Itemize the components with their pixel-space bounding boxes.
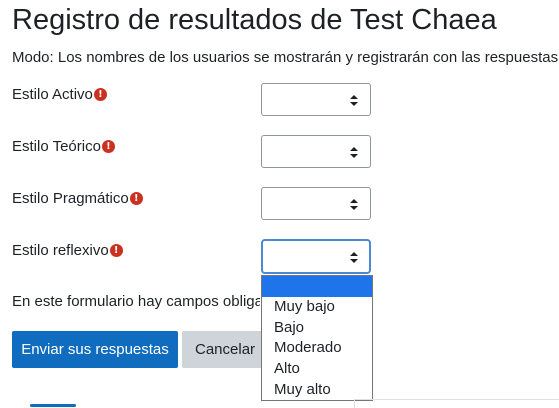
cutoff-link-fragment (30, 404, 76, 407)
field-label-text: Estilo Activo (12, 86, 93, 103)
divider (354, 399, 355, 408)
required-icon: ! (109, 244, 123, 257)
dropdown-option[interactable]: Alto (262, 359, 372, 380)
field-label-reflexivo: Estilo reflexivo ! (12, 242, 123, 259)
select-estilo-reflexivo[interactable] (261, 239, 371, 274)
select-estilo-activo[interactable] (261, 83, 371, 116)
required-notice: En este formulario hay campos obligatori… (12, 293, 260, 310)
sort-arrows-icon (350, 199, 358, 210)
field-label-pragmatico: Estilo Pragmático ! (12, 190, 143, 207)
required-icon: ! (101, 140, 115, 153)
dropdown-options-list[interactable]: Muy bajo Bajo Moderado Alto Muy alto (261, 275, 373, 401)
dropdown-option[interactable]: Muy bajo (262, 297, 372, 318)
sort-arrows-icon (350, 95, 358, 106)
select-estilo-pragmatico[interactable] (261, 187, 371, 220)
field-label-text: Estilo Pragmático (12, 190, 129, 207)
mode-text: Modo: Los nombres de los usuarios se mos… (12, 49, 559, 66)
field-label-text: Estilo Teórico (12, 138, 101, 155)
page-title: Registro de resultados de Test Chaea (12, 4, 497, 36)
field-label-activo: Estilo Activo ! (12, 86, 107, 103)
sort-arrows-icon (350, 252, 358, 263)
required-icon: ! (129, 192, 143, 205)
dropdown-option[interactable]: Bajo (262, 318, 372, 339)
divider (355, 399, 559, 400)
cancel-button[interactable]: Cancelar (182, 331, 264, 368)
dropdown-option[interactable]: Muy alto (262, 380, 372, 401)
dropdown-option[interactable] (262, 276, 372, 297)
required-icon: ! (93, 88, 107, 101)
select-estilo-teorico[interactable] (261, 135, 371, 168)
dropdown-option[interactable]: Moderado (262, 338, 372, 359)
sort-arrows-icon (350, 147, 358, 158)
field-label-teorico: Estilo Teórico ! (12, 138, 115, 155)
submit-button[interactable]: Enviar sus respuestas (12, 331, 178, 368)
field-label-text: Estilo reflexivo (12, 242, 109, 259)
